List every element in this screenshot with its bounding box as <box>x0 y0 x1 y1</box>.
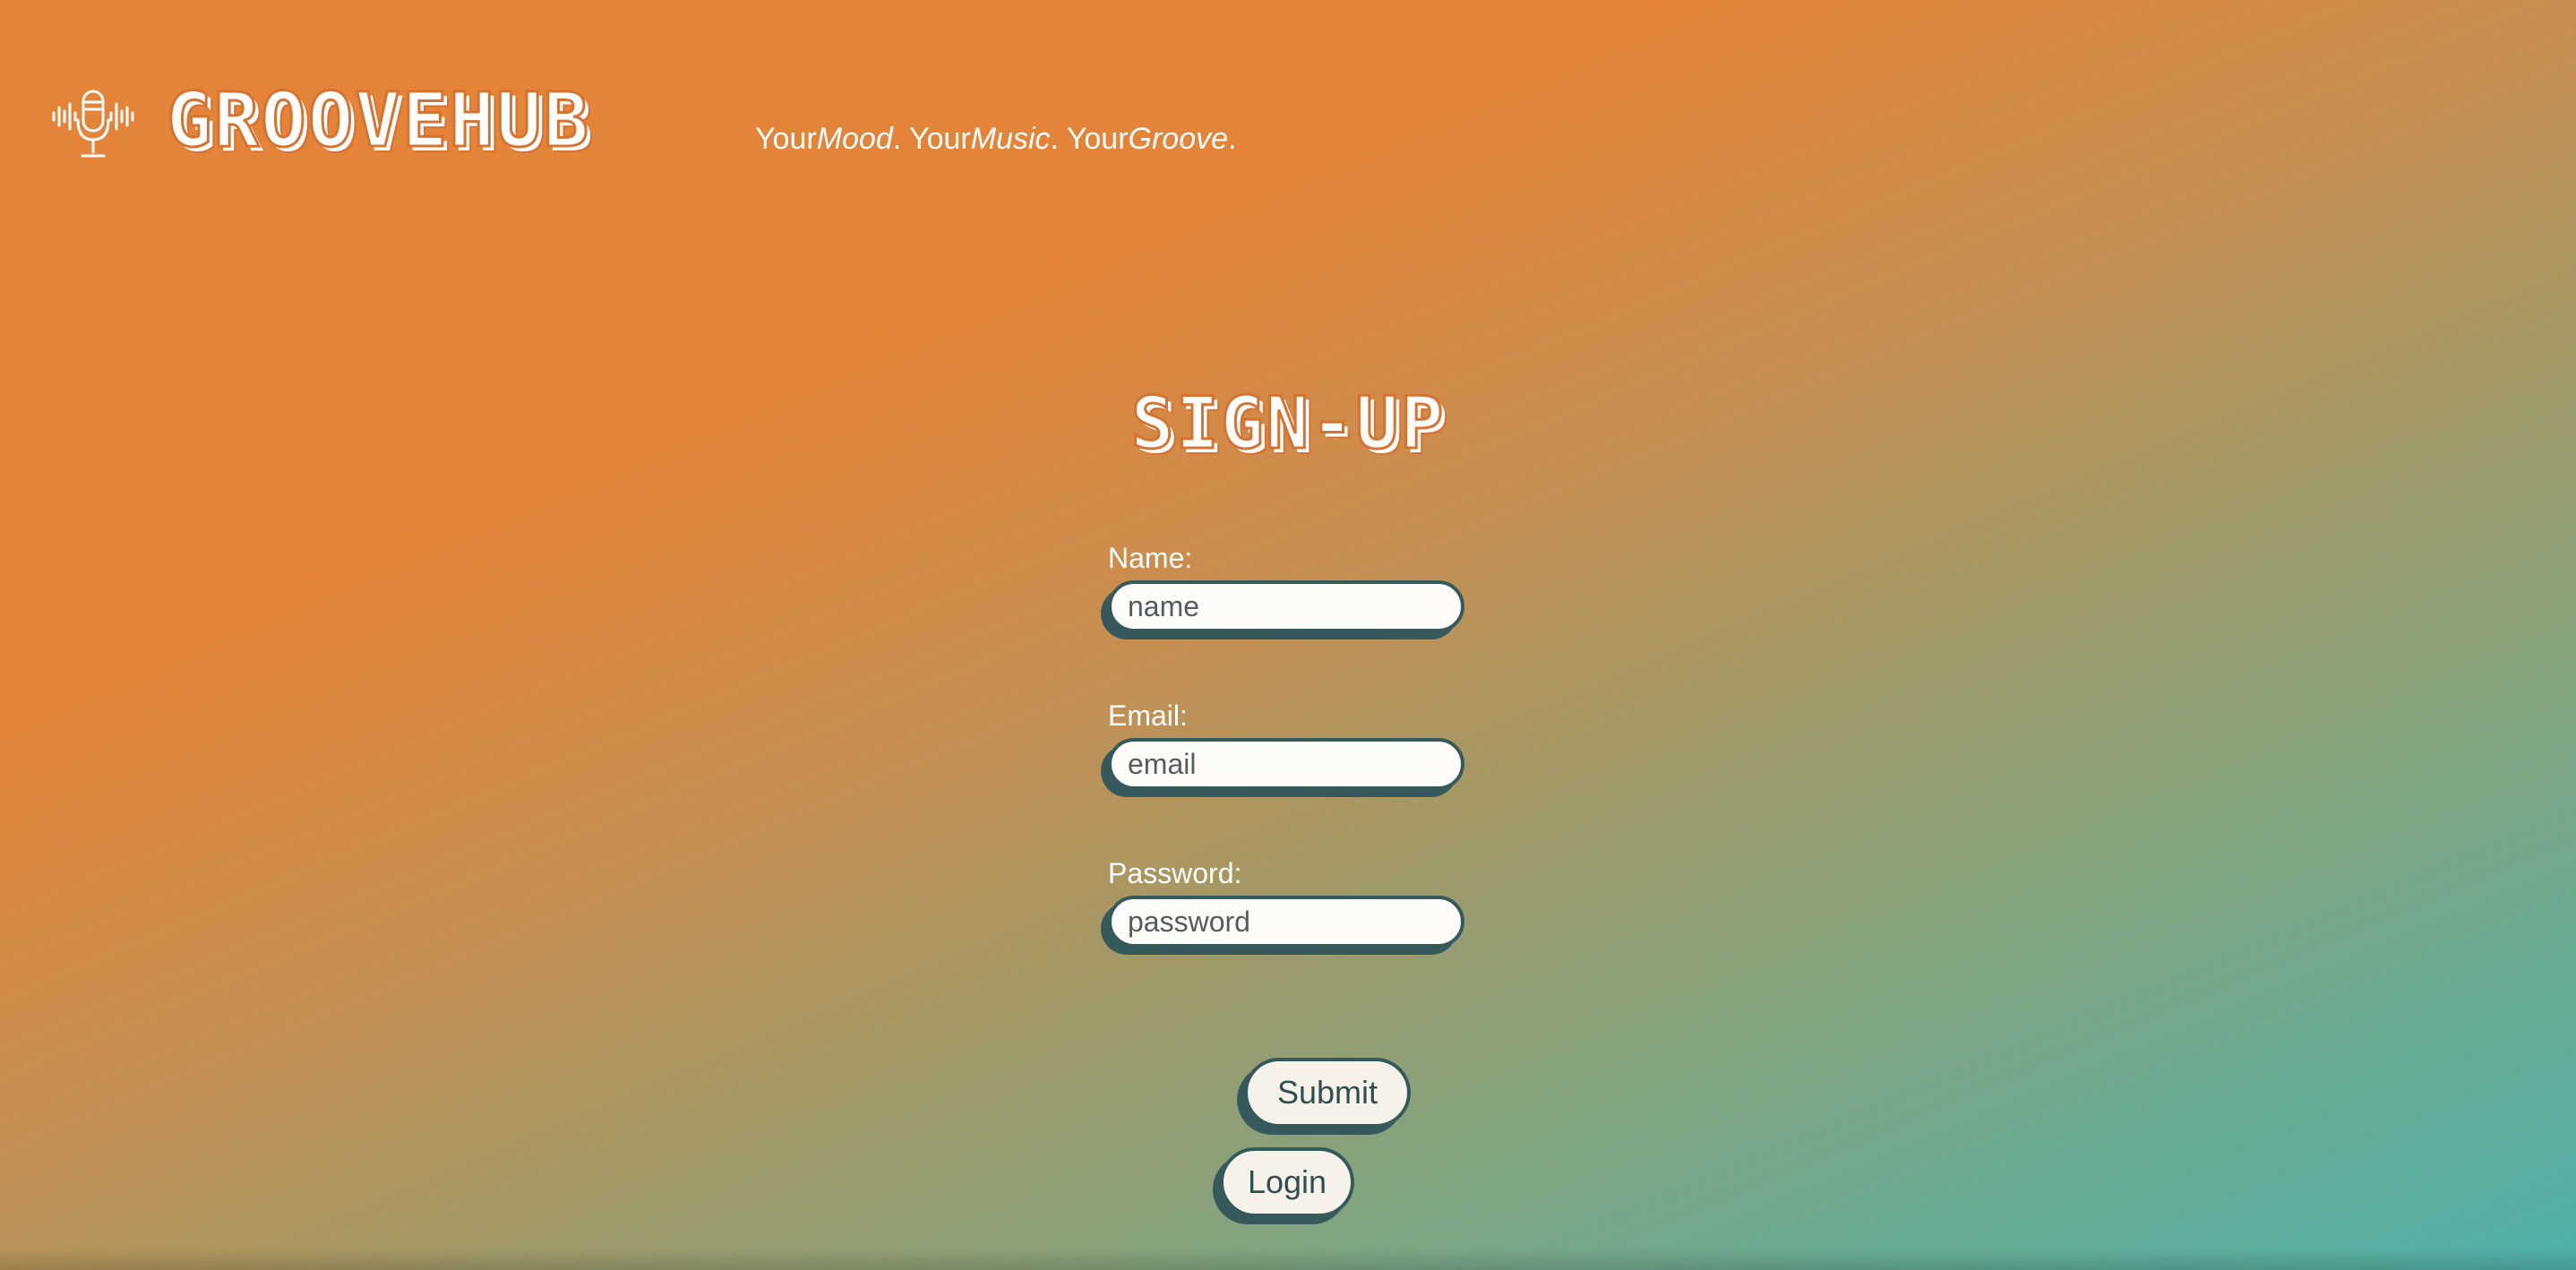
brand-logo-text[interactable]: GROOVEHUB <box>165 75 590 166</box>
tagline-segment: Groove <box>1128 122 1229 156</box>
tagline-segment: . Your <box>892 122 971 156</box>
tagline-segment: Music <box>970 122 1051 156</box>
password-input[interactable] <box>1108 896 1464 948</box>
name-input[interactable] <box>1108 580 1464 632</box>
tagline-segment: Your <box>755 122 817 156</box>
tagline-segment: Mood <box>816 122 893 156</box>
tagline-segment: . <box>1228 122 1237 156</box>
tagline-segment: . Your <box>1050 122 1129 156</box>
name-label: Name: <box>1108 542 1193 574</box>
login-button[interactable]: Login <box>1220 1147 1354 1217</box>
email-label: Email: <box>1108 699 1188 732</box>
submit-button[interactable]: Submit <box>1244 1058 1411 1128</box>
bottom-edge-shadow <box>0 1249 2576 1270</box>
page-title: SIGN-UP <box>1129 381 1446 467</box>
email-input[interactable] <box>1108 738 1464 790</box>
microphone-soundwave-icon[interactable] <box>50 86 136 163</box>
tagline: YourMood. YourMusic. YourGroove. <box>755 119 1236 159</box>
password-label: Password: <box>1108 857 1242 889</box>
